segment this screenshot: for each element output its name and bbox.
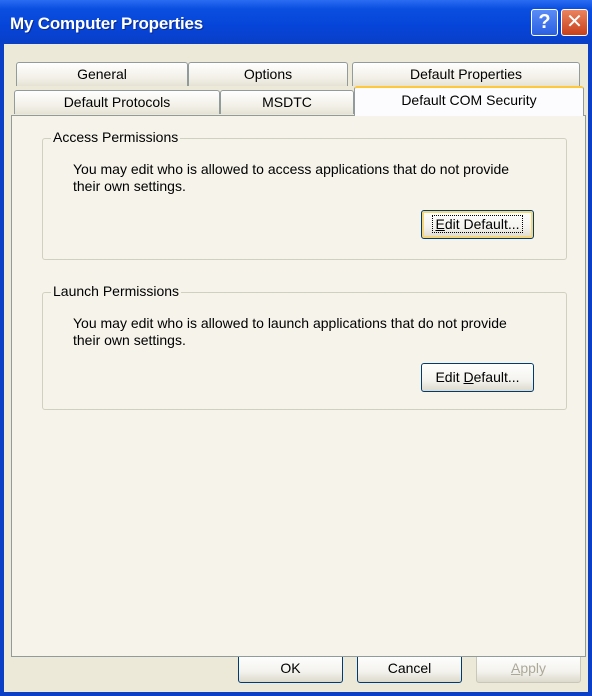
button-label: pply — [520, 660, 547, 676]
tab-general[interactable]: General — [16, 62, 188, 86]
access-permissions-label: Access Permissions — [51, 129, 181, 145]
cancel-button[interactable]: Cancel — [357, 654, 462, 683]
access-permissions-description: You may edit who is allowed to access ap… — [73, 161, 510, 194]
button-mnemonic: D — [463, 369, 474, 385]
dialog-window: My Computer Properties ? ✕ General Optio… — [0, 0, 592, 696]
tab-panel: Access Permissions You may edit who is a… — [11, 115, 586, 657]
button-mnemonic: E — [435, 216, 445, 232]
tab-default-properties[interactable]: Default Properties — [352, 62, 580, 86]
launch-edit-default-button[interactable]: Edit Default... — [421, 363, 534, 392]
tab-default-com-security[interactable]: Default COM Security — [354, 86, 584, 116]
window-title: My Computer Properties — [10, 14, 204, 33]
launch-permissions-group: Launch Permissions You may edit who is a… — [42, 283, 567, 410]
button-label-prefix: Edit — [435, 369, 464, 385]
tab-label: Default Properties — [409, 66, 523, 82]
apply-button[interactable]: Apply — [476, 654, 581, 683]
access-edit-default-button[interactable]: Edit Default... — [421, 210, 534, 239]
launch-permissions-description: You may edit who is allowed to launch ap… — [73, 315, 507, 348]
button-focus-ring: Edit Default... — [432, 215, 523, 233]
close-icon[interactable]: ✕ — [561, 9, 588, 36]
tab-label: MSDTC — [262, 94, 312, 110]
tab-label: Default COM Security — [401, 92, 537, 108]
access-permissions-group: Access Permissions You may edit who is a… — [42, 129, 567, 260]
button-label: dit Default... — [444, 216, 520, 232]
ok-button[interactable]: OK — [238, 654, 343, 683]
tab-options[interactable]: Options — [188, 62, 348, 86]
button-label: efault... — [473, 369, 520, 385]
tab-label: Options — [243, 66, 293, 82]
dialog-client-area: General Options Default Properties Defau… — [4, 44, 588, 692]
tab-label: Default Protocols — [63, 94, 171, 110]
title-bar[interactable]: My Computer Properties ? ✕ — [0, 0, 592, 44]
button-mnemonic: A — [510, 660, 521, 676]
tab-default-protocols[interactable]: Default Protocols — [14, 90, 220, 114]
tab-label: General — [77, 66, 127, 82]
help-icon[interactable]: ? — [531, 9, 558, 36]
tab-msdtc[interactable]: MSDTC — [220, 90, 354, 114]
launch-permissions-label: Launch Permissions — [51, 283, 182, 299]
